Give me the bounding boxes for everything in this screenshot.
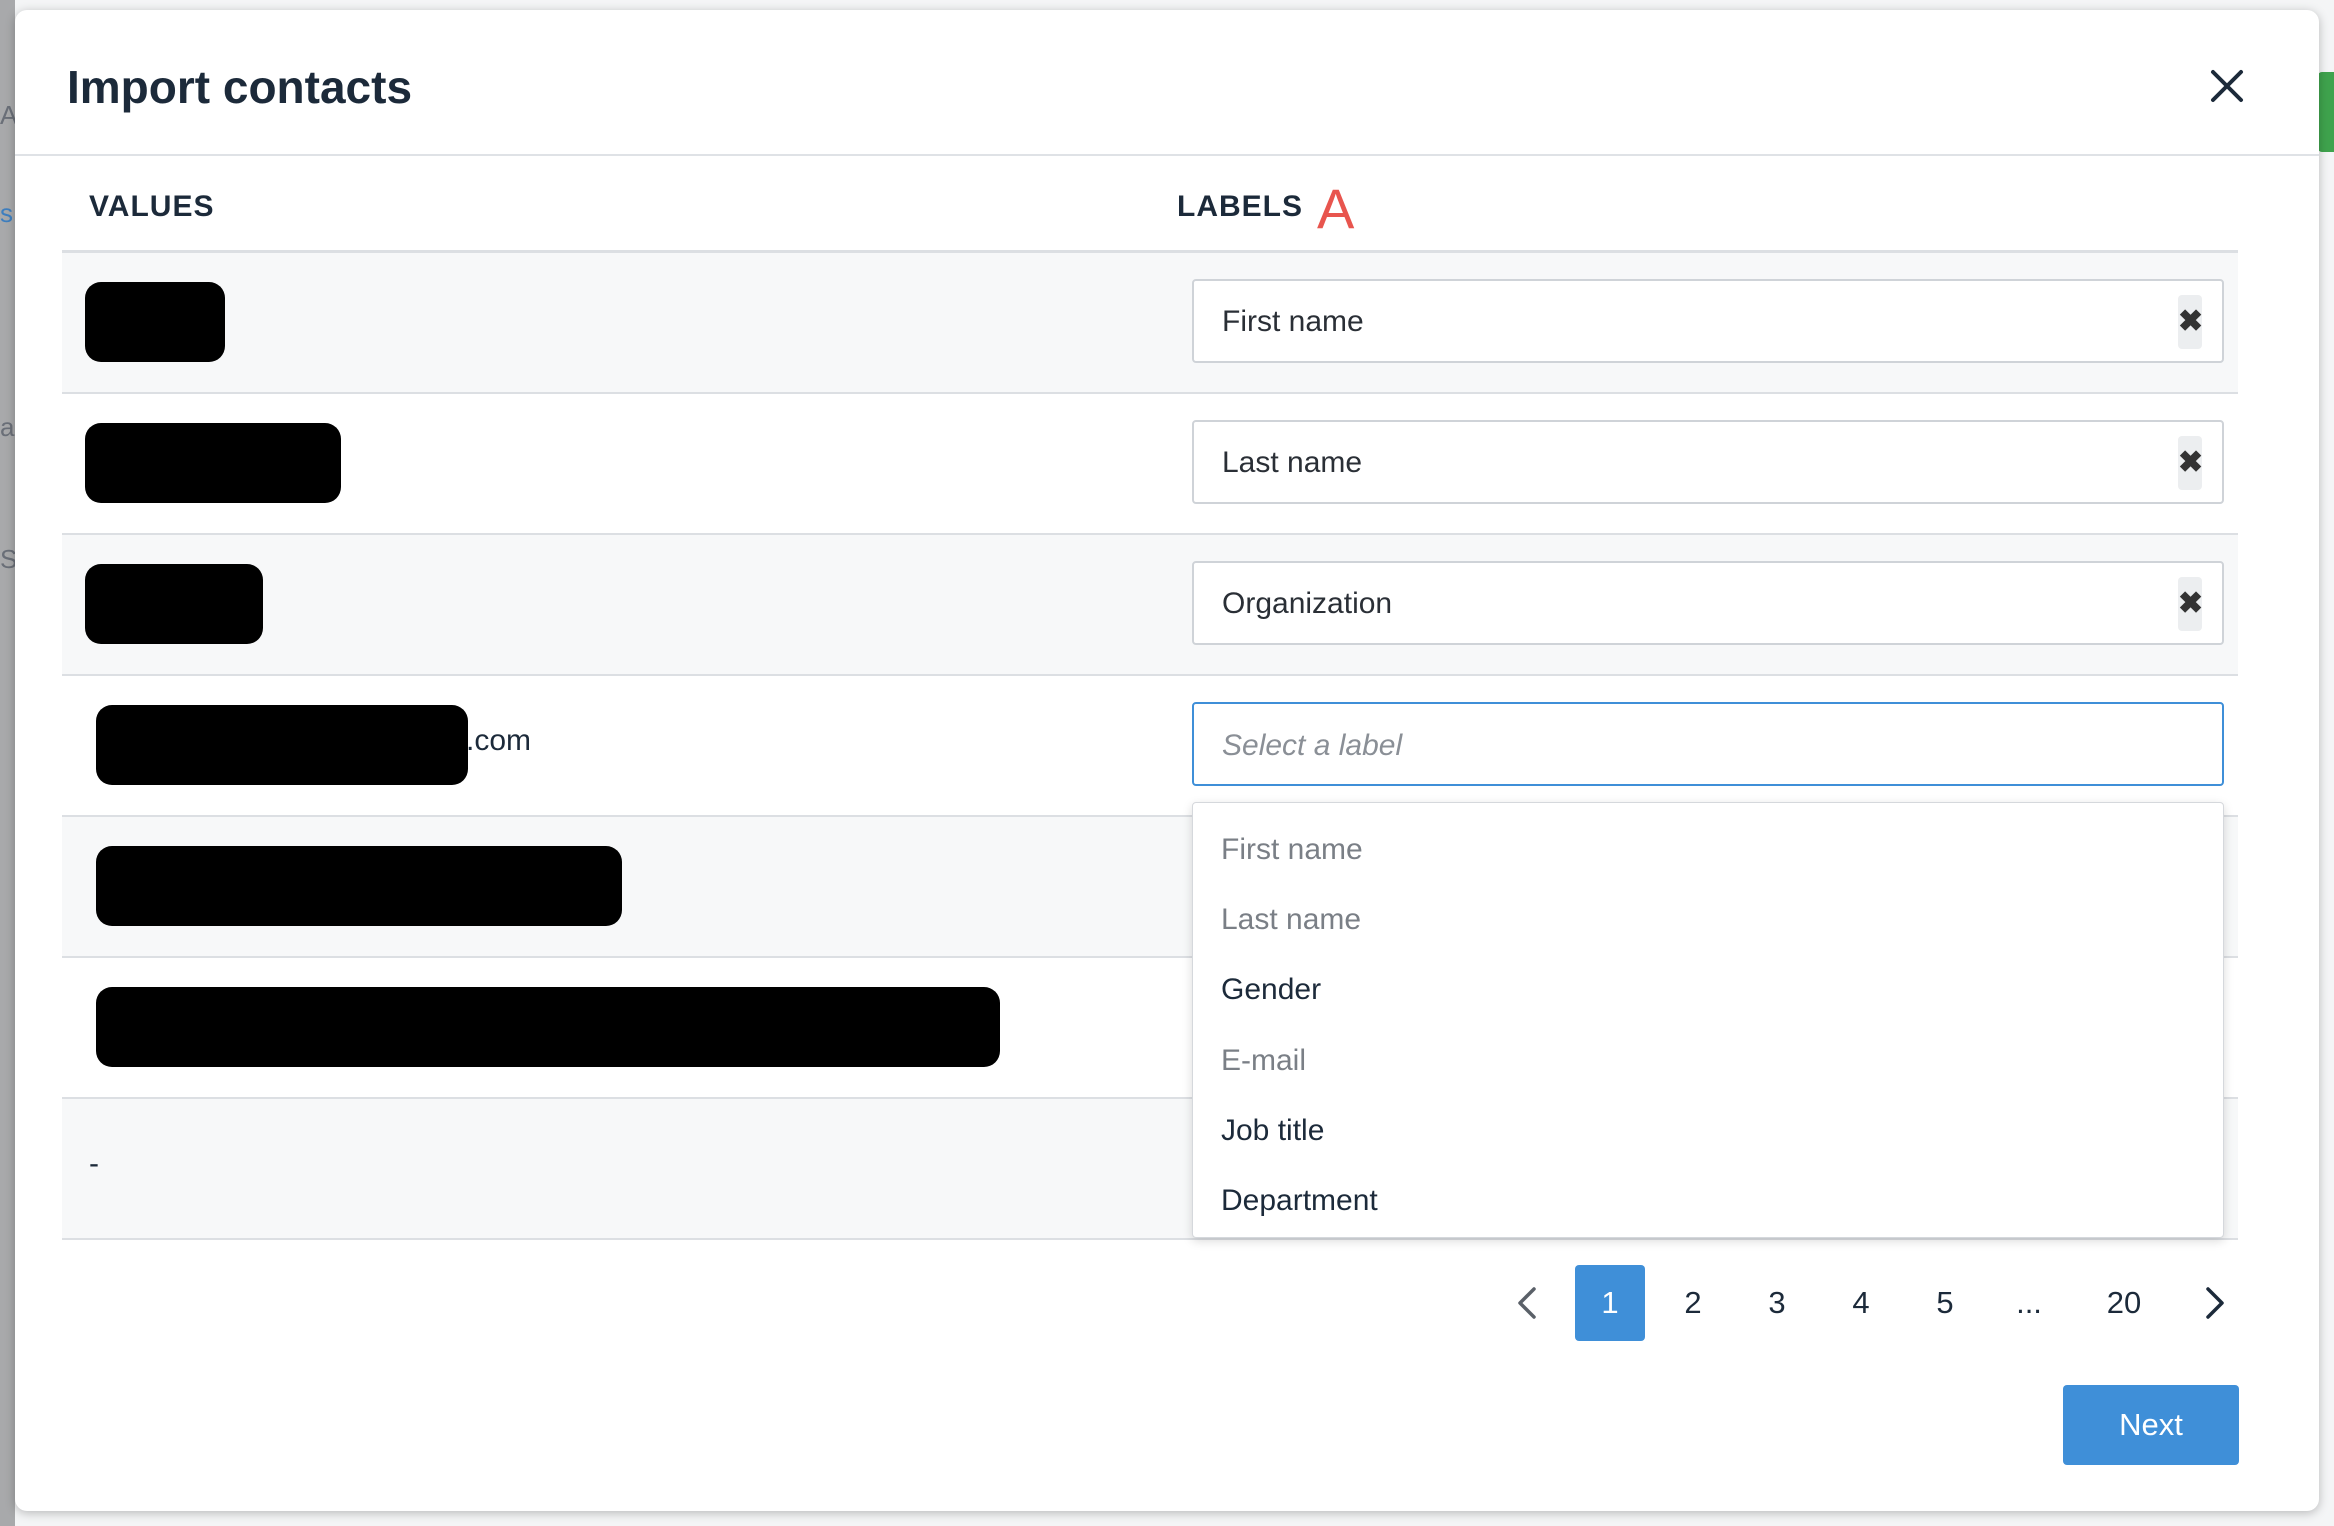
modal-title: Import contacts <box>67 61 413 113</box>
next-button[interactable]: Next <box>2063 1385 2239 1465</box>
label-select-active[interactable]: Select a label <box>1192 702 2224 786</box>
redacted-value <box>96 705 468 785</box>
value-text: - <box>89 1147 99 1180</box>
background-hint: s <box>0 198 13 228</box>
close-icon <box>2211 70 2243 102</box>
selected-label: Organization <box>1222 587 1393 620</box>
value-suffix: .com <box>466 724 532 757</box>
label-dropdown-menu: First name Last name Gender E-mail Job t… <box>1192 802 2224 1238</box>
background-green-button <box>2318 72 2334 152</box>
pagination: 1 2 3 4 5 ... 20 <box>1500 1265 2240 1341</box>
label-select[interactable]: Last name ✖ <box>1192 420 2224 504</box>
table-row: Last name ✖ <box>62 394 2238 535</box>
chevron-left-icon <box>1518 1287 1536 1319</box>
prev-page-button[interactable] <box>1504 1279 1552 1327</box>
column-header-values: VALUES <box>89 190 215 223</box>
page-5[interactable]: 5 <box>1910 1265 1980 1341</box>
clear-icon[interactable]: ✖ <box>2178 577 2203 631</box>
selected-label: First name <box>1222 305 1364 338</box>
page-1[interactable]: 1 <box>1575 1265 1645 1341</box>
page-2[interactable]: 2 <box>1658 1265 1728 1341</box>
clear-icon[interactable]: ✖ <box>2178 295 2203 349</box>
page-4[interactable]: 4 <box>1826 1265 1896 1341</box>
label-select[interactable]: First name ✖ <box>1192 279 2224 363</box>
dropdown-option-job-title[interactable]: Job title <box>1221 1114 1324 1148</box>
modal-header: Import contacts <box>15 10 2319 156</box>
next-page-button[interactable] <box>2190 1279 2238 1327</box>
redacted-value <box>85 282 225 362</box>
table-row: .com Select a label <box>62 676 2238 817</box>
table-row: Organization ✖ <box>62 535 2238 676</box>
close-button[interactable] <box>2207 66 2247 106</box>
dropdown-option-gender[interactable]: Gender <box>1221 973 1321 1007</box>
label-select[interactable]: Organization ✖ <box>1192 561 2224 645</box>
dropdown-option-first-name[interactable]: First name <box>1221 833 1363 867</box>
page-20[interactable]: 20 <box>2088 1265 2160 1341</box>
dropdown-option-department[interactable]: Department <box>1221 1184 1378 1218</box>
clear-icon[interactable]: ✖ <box>2178 436 2203 490</box>
chevron-right-icon <box>2206 1287 2224 1319</box>
redacted-value <box>96 987 1000 1067</box>
redacted-value <box>85 423 341 503</box>
dropdown-option-email[interactable]: E-mail <box>1221 1044 1306 1078</box>
page-3[interactable]: 3 <box>1742 1265 1812 1341</box>
page-ellipsis: ... <box>2016 1285 2042 1320</box>
labels-indicator: A <box>1317 177 1355 240</box>
redacted-value <box>96 846 622 926</box>
dropdown-option-last-name[interactable]: Last name <box>1221 903 1361 937</box>
table-row: First name ✖ <box>62 253 2238 394</box>
select-placeholder: Select a label <box>1222 729 1403 762</box>
column-header-labels: LABELS <box>1177 190 1303 223</box>
redacted-value <box>85 564 263 644</box>
background-hint: a <box>0 412 15 442</box>
selected-label: Last name <box>1222 446 1363 479</box>
